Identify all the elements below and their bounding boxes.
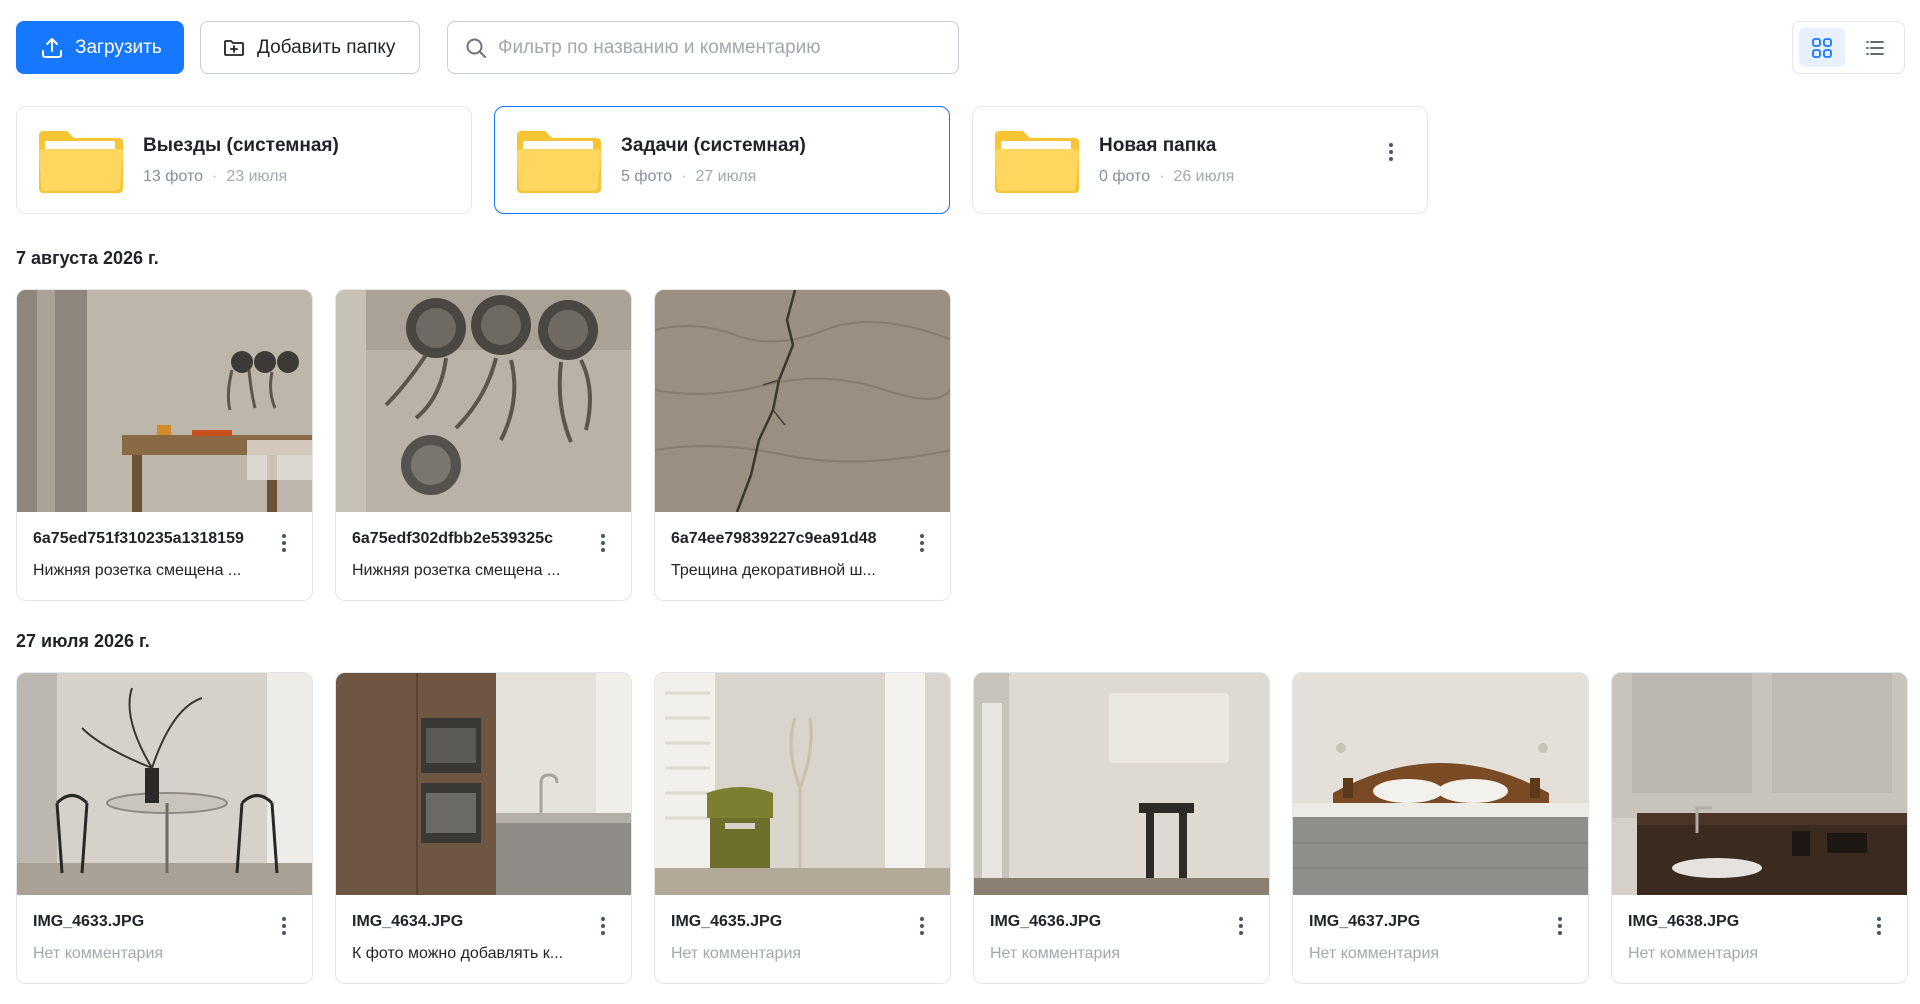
photo-menu-button[interactable]	[910, 528, 934, 558]
section-date-heading: 27 июля 2026 г.	[16, 631, 150, 651]
photo-comment: Трещина декоративной ш...	[671, 562, 876, 579]
more-vertical-icon	[282, 534, 286, 552]
folder-meta: 13 фото · 23 июля	[143, 168, 288, 185]
photo-name: IMG_4633.JPG	[33, 913, 145, 930]
list-view-button[interactable]	[1853, 28, 1899, 67]
search-input[interactable]	[498, 36, 938, 59]
photo-name: 6a75ed751f310235a1318159	[33, 530, 244, 547]
more-vertical-icon	[282, 917, 286, 935]
add-folder-button[interactable]: Добавить папку	[200, 21, 420, 74]
folder-name: Задачи (системная)	[621, 135, 806, 156]
photo-name: IMG_4634.JPG	[352, 913, 464, 930]
grid-icon	[1811, 37, 1832, 58]
list-icon	[1866, 40, 1885, 55]
upload-button-label: Загрузить	[75, 36, 162, 58]
folder-photo-count: 0 фото	[1099, 168, 1151, 185]
search-field[interactable]	[447, 21, 959, 74]
photo-comment: К фото можно добавлять к...	[352, 945, 564, 962]
upload-button[interactable]: Загрузить	[16, 21, 184, 74]
add-folder-button-label: Добавить папку	[257, 36, 396, 58]
armchair-room-photo[interactable]	[655, 673, 950, 895]
cracked-plaster-photo[interactable]	[655, 290, 950, 512]
photo-comment: Нижняя розетка смещена ...	[352, 562, 561, 579]
more-vertical-icon	[1877, 917, 1881, 935]
toolbar: Загрузить Добавить папку	[16, 21, 420, 74]
photo-card[interactable]: IMG_4637.JPG Нет комментария	[1292, 672, 1589, 984]
folder-plus-icon	[221, 35, 247, 61]
bedroom-photo[interactable]	[1293, 673, 1588, 895]
photo-menu-button[interactable]	[272, 911, 296, 941]
upload-icon	[39, 35, 65, 61]
kitchen-photo[interactable]	[336, 673, 631, 895]
photo-menu-button[interactable]	[591, 911, 615, 941]
photo-card[interactable]: IMG_4636.JPG Нет комментария	[973, 672, 1270, 984]
more-vertical-icon	[920, 917, 924, 935]
photo-card[interactable]: IMG_4634.JPG К фото можно добавлять к...	[335, 672, 632, 984]
folder-photo-count: 13 фото	[143, 168, 203, 185]
grid-view-button[interactable]	[1799, 28, 1845, 67]
bathroom-photo[interactable]	[1612, 673, 1907, 895]
construction-wall-photo[interactable]	[17, 290, 312, 512]
photo-card[interactable]: 6a74ee79839227c9ea91d48 Трещина декорати…	[654, 289, 951, 601]
photo-comment: Нет комментария	[990, 945, 1121, 962]
photo-menu-button[interactable]	[591, 528, 615, 558]
photo-card[interactable]: IMG_4635.JPG Нет комментария	[654, 672, 951, 984]
photo-menu-button[interactable]	[1548, 911, 1572, 941]
more-vertical-icon	[920, 534, 924, 552]
photo-card[interactable]: 6a75ed751f310235a1318159 Нижняя розетка …	[16, 289, 313, 601]
folder-meta: 0 фото · 26 июля	[1099, 168, 1235, 185]
folder-icon	[517, 131, 601, 193]
photo-menu-button[interactable]	[1229, 911, 1253, 941]
more-vertical-icon	[601, 534, 605, 552]
folder-date: 23 июля	[226, 168, 288, 185]
photo-name: IMG_4637.JPG	[1309, 913, 1421, 930]
folder-card[interactable]: Выезды (системная) 13 фото · 23 июля	[16, 106, 472, 214]
stool-room-photo[interactable]	[974, 673, 1269, 895]
more-vertical-icon	[1558, 917, 1562, 935]
photo-menu-button[interactable]	[910, 911, 934, 941]
electrical-boxes-photo[interactable]	[336, 290, 631, 512]
photo-name: 6a74ee79839227c9ea91d48	[671, 530, 877, 547]
photo-name: IMG_4636.JPG	[990, 913, 1102, 930]
more-vertical-icon	[601, 917, 605, 935]
more-vertical-icon	[1389, 143, 1393, 161]
folder-date: 27 июля	[695, 168, 757, 185]
photo-comment: Нет комментария	[1309, 945, 1440, 962]
photo-card[interactable]: IMG_4638.JPG Нет комментария	[1611, 672, 1908, 984]
folder-icon	[39, 131, 123, 193]
photo-menu-button[interactable]	[1867, 911, 1891, 941]
photo-name: IMG_4635.JPG	[671, 913, 783, 930]
photo-comment: Нет комментария	[1628, 945, 1759, 962]
photo-comment: Нижняя розетка смещена ...	[33, 562, 242, 579]
photo-comment: Нет комментария	[671, 945, 802, 962]
folder-photo-count: 5 фото	[621, 168, 673, 185]
folder-menu-button[interactable]	[1379, 137, 1403, 167]
view-switcher	[1792, 21, 1905, 74]
folder-name: Новая папка	[1099, 135, 1217, 156]
photo-name: IMG_4638.JPG	[1628, 913, 1740, 930]
folder-date: 26 июля	[1173, 168, 1235, 185]
photo-card[interactable]: 6a75edf302dfbb2e539325c Нижняя розетка с…	[335, 289, 632, 601]
folder-card[interactable]: Новая папка 0 фото · 26 июля	[972, 106, 1428, 214]
folder-name: Выезды (системная)	[143, 135, 339, 156]
photo-comment: Нет комментария	[33, 945, 164, 962]
photo-card[interactable]: IMG_4633.JPG Нет комментария	[16, 672, 313, 984]
section-date-heading: 7 августа 2026 г.	[16, 248, 159, 268]
dining-room-photo[interactable]	[17, 673, 312, 895]
folder-icon	[995, 131, 1079, 193]
photo-name: 6a75edf302dfbb2e539325c	[352, 530, 554, 547]
folder-meta: 5 фото · 27 июля	[621, 168, 757, 185]
photo-menu-button[interactable]	[272, 528, 296, 558]
folder-card[interactable]: Задачи (системная) 5 фото · 27 июля	[494, 106, 950, 214]
search-icon	[464, 35, 490, 61]
more-vertical-icon	[1239, 917, 1243, 935]
